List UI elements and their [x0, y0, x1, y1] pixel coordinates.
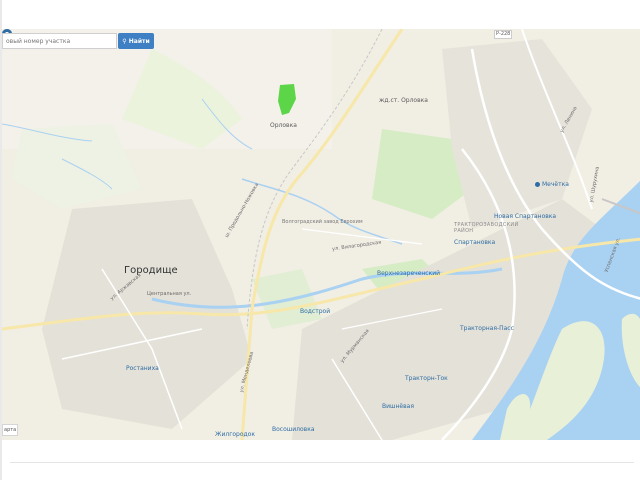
place-label-vodstroy: Водстрой	[300, 308, 331, 315]
place-label-gorodishche: Городище	[124, 265, 178, 276]
search-button[interactable]: ⚲ Найти	[118, 33, 154, 49]
place-label-vishnevaya: Вишнёвая	[382, 403, 414, 410]
poi-name: Мечётка	[542, 181, 569, 188]
map-type-button[interactable]: арта	[2, 424, 18, 436]
place-label-mechetka: Мечётка	[535, 181, 569, 188]
map-canvas[interactable]	[2, 29, 640, 440]
street-label: Центральная ул.	[147, 291, 192, 297]
place-label-spartanovka: Спартановка	[454, 239, 496, 246]
place-label-novaya-spartanovka: Новая Спартановка	[494, 213, 557, 220]
search-button-label: Найти	[128, 37, 150, 45]
road-shield-r228: Р-228	[494, 30, 513, 39]
place-label-orlovka: Орловка	[270, 122, 297, 129]
poi-marker-icon	[535, 182, 540, 187]
bottom-strip	[2, 440, 640, 480]
screenshot-frame: Городище Орловка жд.ст. Орловка Волгогра…	[0, 0, 640, 480]
place-label-voroshilovka: Восошиловка	[272, 426, 315, 433]
map-view[interactable]: Городище Орловка жд.ст. Орловка Волгогра…	[2, 29, 640, 440]
divider	[10, 462, 634, 463]
place-label-traktorozavodsky: ТРАКТОРОЗАВОДСКИЙ РАЙОН	[454, 222, 519, 234]
place-label-eurochem: Волгоградский завод Еврохим	[282, 219, 363, 225]
search-icon: ⚲	[122, 37, 127, 45]
place-label-orlovka-station: жд.ст. Орловка	[379, 97, 428, 104]
place-label-zhilgorodok: Жилгородок	[215, 431, 255, 438]
place-label-traktornaya-tok: Тракторн-Ток	[405, 375, 448, 382]
place-label-traktornaya-pass: Тракторная-Пасс	[460, 325, 514, 332]
cadastral-number-input[interactable]	[2, 33, 117, 49]
place-label-rostanikha: Ростаниха	[126, 365, 159, 372]
search-bar: ⚲ Найти	[2, 33, 154, 49]
place-label-verkhnezarechensky: Верхнезареченский	[377, 270, 441, 277]
